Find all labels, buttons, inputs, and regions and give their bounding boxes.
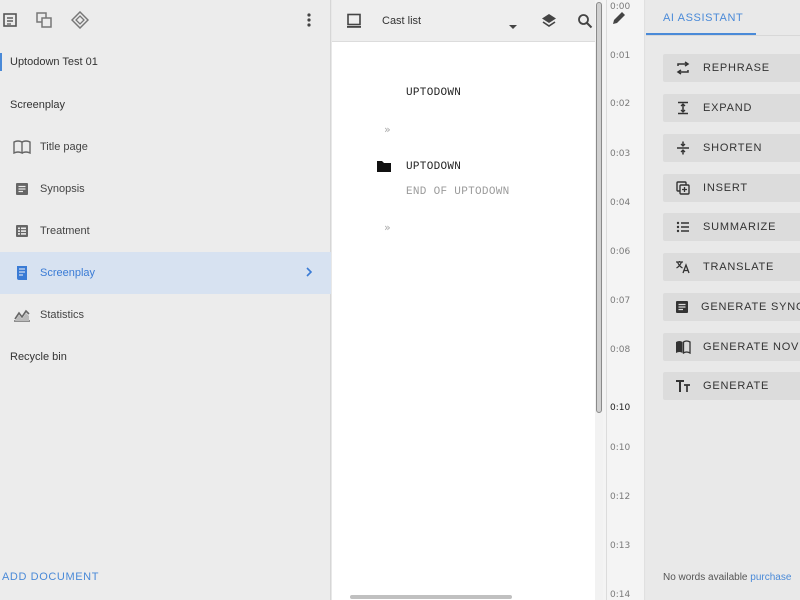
translate-icon	[675, 259, 691, 275]
editor-vertical-scrollbar[interactable]	[596, 2, 602, 413]
timeline-tick: 0:14	[610, 590, 631, 600]
sidebar-item-label: Treatment	[40, 225, 90, 237]
generate-label: GENERATE	[703, 380, 770, 392]
timeline-tick: 0:12	[610, 492, 631, 502]
generate-novel-label: GENERATE NOVEL	[703, 341, 800, 353]
tab-ai-assistant[interactable]: AI ASSISTANT	[663, 12, 743, 24]
timeline-tick: 0:01	[610, 51, 631, 61]
chevron-down-icon[interactable]	[508, 17, 518, 35]
chevron-right-icon[interactable]	[305, 265, 313, 284]
editor-horizontal-scrollbar[interactable]	[350, 595, 512, 599]
generate-synopsis-label: GENERATE SYNOPSIS	[701, 301, 800, 313]
timeline-current-tick: 0:10	[610, 403, 631, 413]
shorten-icon	[675, 140, 691, 156]
scene-heading[interactable]: UPTODOWN	[406, 87, 461, 99]
generate-button[interactable]: GENERATE	[663, 372, 800, 400]
rephrase-label: REPHRASE	[703, 62, 770, 74]
tab-underline	[646, 33, 756, 35]
search-icon[interactable]	[575, 11, 595, 31]
sidebar-item-label: Statistics	[40, 309, 85, 321]
add-document-button[interactable]: ADD DOCUMENT	[2, 571, 99, 583]
more-vert-icon[interactable]	[299, 10, 319, 30]
sidebar-item-statistics[interactable]: Statistics	[0, 294, 331, 336]
section-title: Screenplay	[10, 99, 66, 111]
summarize-label: SUMMARIZE	[703, 221, 777, 233]
sidebar-item-label: Title page	[40, 141, 88, 153]
scene-marker[interactable]: »	[384, 123, 391, 136]
document-icon[interactable]	[0, 10, 20, 30]
translate-button[interactable]: TRANSLATE	[663, 253, 800, 281]
summarize-button[interactable]: SUMMARIZE	[663, 213, 800, 241]
shorten-button[interactable]: SHORTEN	[663, 134, 800, 162]
insert-icon	[675, 180, 691, 196]
timeline-tick: 0:08	[610, 345, 631, 355]
insert-button[interactable]: INSERT	[663, 174, 800, 202]
folder-title[interactable]: UPTODOWN	[406, 161, 461, 173]
recycle-bin[interactable]: Recycle bin	[10, 351, 67, 363]
chart-icon	[12, 305, 32, 325]
cast-list-select[interactable]: Cast list	[382, 15, 421, 27]
duplicate-icon[interactable]	[34, 10, 54, 30]
book-open-icon	[675, 339, 691, 355]
ai-header: AI ASSISTANT	[646, 0, 800, 36]
rephrase-button[interactable]: REPHRASE	[663, 54, 800, 82]
script-icon	[12, 263, 32, 283]
purchase-link[interactable]: purchase	[750, 572, 791, 583]
ai-assistant-panel: AI ASSISTANT REPHRASE EXPAND SHORTEN INS…	[646, 0, 800, 600]
translate-label: TRANSLATE	[703, 261, 775, 273]
generate-synopsis-button[interactable]: GENERATE SYNOPSIS	[663, 293, 800, 321]
project-marker	[0, 53, 2, 71]
expand-label: EXPAND	[703, 102, 753, 114]
sidebar-item-treatment[interactable]: Treatment	[0, 210, 331, 252]
layers-icon[interactable]	[539, 11, 559, 31]
sidebar-item-synopsis[interactable]: Synopsis	[0, 168, 331, 210]
folder-end: END OF UPTODOWN	[406, 186, 510, 198]
sidebar-toolbar	[0, 0, 331, 42]
generate-novel-button[interactable]: GENERATE NOVEL	[663, 333, 800, 361]
sidebar-item-label: Synopsis	[40, 183, 85, 195]
note-icon	[675, 299, 689, 315]
sidebar-item-title-page[interactable]: Title page	[0, 126, 331, 168]
shorten-label: SHORTEN	[703, 142, 763, 154]
editor[interactable]: Cast list UPTODOWN » UPTODOWN END OF UPT…	[332, 0, 603, 600]
expand-icon	[675, 100, 691, 116]
editor-toolbar: Cast list	[332, 0, 603, 42]
word-count-status: No words available	[663, 572, 748, 583]
sidebar: Uptodown Test 01 Screenplay Title page S…	[0, 0, 331, 600]
scene-marker[interactable]: »	[384, 221, 391, 234]
expand-button[interactable]: EXPAND	[663, 94, 800, 122]
insert-label: INSERT	[703, 182, 748, 194]
timeline[interactable]: 0:00 0:01 0:02 0:03 0:04 0:06 0:07 0:08 …	[603, 0, 645, 600]
sidebar-item-screenplay[interactable]: Screenplay	[0, 252, 331, 294]
timeline-tick: 0:02	[610, 99, 631, 109]
folder-icon[interactable]	[376, 160, 392, 178]
text-size-icon	[675, 378, 691, 394]
list-icon	[12, 221, 32, 241]
monitor-icon[interactable]	[344, 11, 364, 31]
timeline-tick: 0:04	[610, 198, 631, 208]
pen-icon[interactable]	[611, 10, 627, 31]
diamond-icon[interactable]	[70, 10, 90, 30]
list-icon	[675, 219, 691, 235]
note-icon	[12, 179, 32, 199]
book-icon	[12, 137, 32, 157]
timeline-tick: 0:07	[610, 296, 631, 306]
swap-icon	[675, 60, 691, 76]
ai-footer: No words available purchase	[663, 572, 791, 583]
project-name[interactable]: Uptodown Test 01	[10, 56, 98, 68]
timeline-tick: 0:03	[610, 149, 631, 159]
timeline-tick: 0:06	[610, 247, 631, 257]
sidebar-item-label: Screenplay	[40, 267, 96, 279]
timeline-tick: 0:10	[610, 443, 631, 453]
timeline-tick: 0:13	[610, 541, 631, 551]
